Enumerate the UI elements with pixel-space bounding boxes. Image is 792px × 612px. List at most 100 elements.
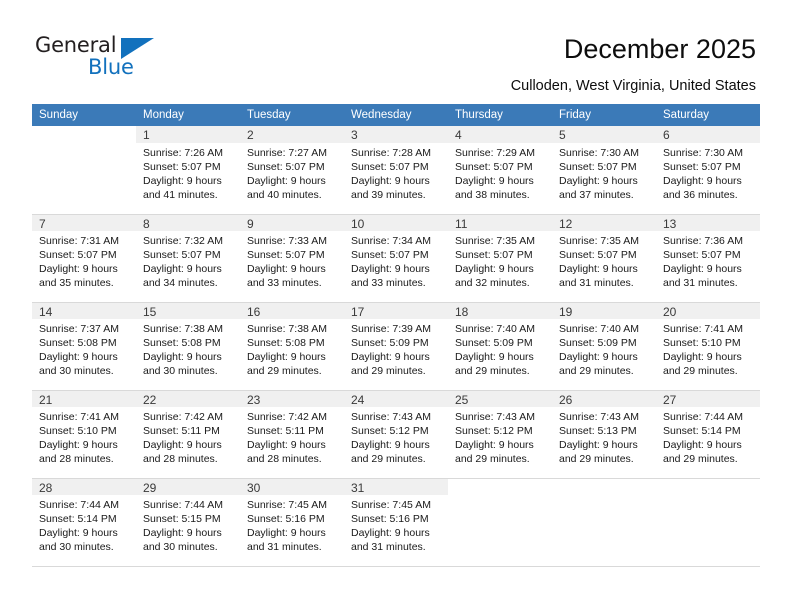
day-detail-cell[interactable]: Sunrise: 7:44 AM Sunset: 5:14 PM Daylight:… (32, 495, 136, 567)
day-detail-cell[interactable]: Sunrise: 7:43 AM Sunset: 5:12 PM Daylight:… (448, 407, 552, 479)
day-number-cell[interactable]: 29 (136, 477, 240, 495)
day-sun-info: Sunrise: 7:29 AM Sunset: 5:07 PM Daylight:… (448, 143, 552, 202)
daylight-text-line2: and 29 minutes. (247, 365, 322, 378)
day-detail-cell[interactable]: Sunrise: 7:40 AM Sunset: 5:09 PM Daylight:… (448, 319, 552, 391)
day-number-cell[interactable]: 3 (344, 126, 448, 143)
day-number-cell[interactable]: 27 (656, 389, 760, 407)
day-detail-cell[interactable]: Sunrise: 7:41 AM Sunset: 5:10 PM Daylight:… (32, 407, 136, 479)
day-number-cell[interactable]: 5 (552, 126, 656, 143)
sunrise-text: Sunrise: 7:44 AM (663, 411, 743, 423)
day-detail-cell[interactable]: Sunrise: 7:28 AM Sunset: 5:07 PM Daylight:… (344, 143, 448, 215)
day-detail-cell[interactable]: Sunrise: 7:45 AM Sunset: 5:16 PM Daylight:… (344, 495, 448, 567)
sunset-text: Sunset: 5:07 PM (559, 249, 637, 262)
day-detail-cell[interactable]: Sunrise: 7:30 AM Sunset: 5:07 PM Daylight:… (656, 143, 760, 215)
day-number: 13 (663, 216, 677, 231)
day-number-cell[interactable]: 15 (136, 301, 240, 319)
day-number-cell[interactable]: 26 (552, 389, 656, 407)
day-detail-cell[interactable]: Sunrise: 7:38 AM Sunset: 5:08 PM Daylight:… (136, 319, 240, 391)
day-detail-cell[interactable]: Sunrise: 7:39 AM Sunset: 5:09 PM Daylight:… (344, 319, 448, 391)
sunrise-text: Sunrise: 7:41 AM (663, 323, 743, 335)
sunrise-text: Sunrise: 7:32 AM (143, 235, 223, 247)
day-detail-cell[interactable]: Sunrise: 7:44 AM Sunset: 5:14 PM Daylight:… (656, 407, 760, 479)
day-number-cell[interactable]: 11 (448, 213, 552, 231)
daylight-text-line1: Daylight: 9 hours (351, 351, 430, 364)
sunrise-text: Sunrise: 7:44 AM (39, 499, 119, 511)
day-detail-cell[interactable]: Sunrise: 7:42 AM Sunset: 5:11 PM Daylight:… (136, 407, 240, 479)
day-number-cell[interactable]: 30 (240, 477, 344, 495)
day-sun-info: Sunrise: 7:35 AM Sunset: 5:07 PM Daylight:… (552, 231, 656, 290)
day-number-cell[interactable]: 9 (240, 213, 344, 231)
day-number-cell[interactable]: 13 (656, 213, 760, 231)
day-detail-cell[interactable]: Sunrise: 7:42 AM Sunset: 5:11 PM Daylight:… (240, 407, 344, 479)
daylight-text-line2: and 31 minutes. (247, 541, 322, 554)
daylight-text-line1: Daylight: 9 hours (39, 439, 118, 452)
sunset-text: Sunset: 5:07 PM (351, 161, 429, 174)
day-detail-cell[interactable]: Sunrise: 7:43 AM Sunset: 5:12 PM Daylight:… (344, 407, 448, 479)
day-number-cell[interactable]: 21 (32, 389, 136, 407)
day-detail-cell[interactable]: Sunrise: 7:35 AM Sunset: 5:07 PM Daylight:… (448, 231, 552, 303)
daylight-text-line1: Daylight: 9 hours (455, 263, 534, 276)
day-number-cell[interactable]: 23 (240, 389, 344, 407)
day-number: 23 (247, 392, 261, 407)
day-detail-cell[interactable]: Sunrise: 7:35 AM Sunset: 5:07 PM Daylight:… (552, 231, 656, 303)
day-number-cell[interactable]: 20 (656, 301, 760, 319)
day-number-cell[interactable]: 14 (32, 301, 136, 319)
day-number: 1 (143, 128, 150, 142)
page-header: General Blue December 2025 Culloden, Wes… (0, 0, 792, 100)
day-number: 3 (351, 128, 358, 142)
day-detail-cell[interactable]: Sunrise: 7:36 AM Sunset: 5:07 PM Daylight:… (656, 231, 760, 303)
daylight-text-line2: and 29 minutes. (663, 365, 738, 378)
daylight-text-line1: Daylight: 9 hours (559, 439, 638, 452)
day-number-cell[interactable]: 12 (552, 213, 656, 231)
sunrise-text: Sunrise: 7:34 AM (351, 235, 431, 247)
day-detail-cell[interactable]: Sunrise: 7:32 AM Sunset: 5:07 PM Daylight:… (136, 231, 240, 303)
day-detail-cell[interactable]: Sunrise: 7:29 AM Sunset: 5:07 PM Daylight:… (448, 143, 552, 215)
day-detail-cell[interactable]: Sunrise: 7:37 AM Sunset: 5:08 PM Daylight:… (32, 319, 136, 391)
day-number-cell[interactable]: 24 (344, 389, 448, 407)
day-number-cell[interactable]: 1 (136, 126, 240, 143)
sunset-text: Sunset: 5:09 PM (351, 337, 429, 350)
day-detail-cell (552, 495, 656, 567)
general-blue-logo[interactable]: General Blue (35, 33, 165, 85)
day-detail-cell[interactable]: Sunrise: 7:38 AM Sunset: 5:08 PM Daylight:… (240, 319, 344, 391)
day-detail-cell[interactable]: Sunrise: 7:40 AM Sunset: 5:09 PM Daylight:… (552, 319, 656, 391)
day-number-cell[interactable]: 18 (448, 301, 552, 319)
day-number-cell[interactable]: 25 (448, 389, 552, 407)
weekday-header-tuesday: Tuesday (240, 104, 344, 126)
day-detail-cell[interactable]: Sunrise: 7:41 AM Sunset: 5:10 PM Daylight:… (656, 319, 760, 391)
day-number-cell[interactable]: 8 (136, 213, 240, 231)
day-number-cell[interactable]: 19 (552, 301, 656, 319)
day-detail-cell[interactable]: Sunrise: 7:43 AM Sunset: 5:13 PM Daylight:… (552, 407, 656, 479)
day-number-cell[interactable]: 2 (240, 126, 344, 143)
day-number-cell[interactable]: 7 (32, 213, 136, 231)
day-detail-cell[interactable]: Sunrise: 7:45 AM Sunset: 5:16 PM Daylight:… (240, 495, 344, 567)
day-detail-cell[interactable]: Sunrise: 7:30 AM Sunset: 5:07 PM Daylight:… (552, 143, 656, 215)
weekday-header-wednesday: Wednesday (344, 104, 448, 126)
day-number-cell[interactable]: 28 (32, 477, 136, 495)
day-number-cell[interactable]: 10 (344, 213, 448, 231)
daylight-text-line2: and 31 minutes. (663, 277, 738, 290)
daylight-text-line2: and 28 minutes. (39, 453, 114, 466)
day-sun-info: Sunrise: 7:42 AM Sunset: 5:11 PM Daylight:… (240, 407, 344, 466)
day-detail-cell[interactable]: Sunrise: 7:44 AM Sunset: 5:15 PM Daylight:… (136, 495, 240, 567)
day-detail-cell[interactable]: Sunrise: 7:31 AM Sunset: 5:07 PM Daylight:… (32, 231, 136, 303)
day-number-cell[interactable]: 22 (136, 389, 240, 407)
day-number: 16 (247, 304, 261, 319)
day-number-cell[interactable]: 16 (240, 301, 344, 319)
day-detail-cell[interactable]: Sunrise: 7:33 AM Sunset: 5:07 PM Daylight:… (240, 231, 344, 303)
day-detail-cell[interactable]: Sunrise: 7:27 AM Sunset: 5:07 PM Daylight:… (240, 143, 344, 215)
day-sun-info: Sunrise: 7:43 AM Sunset: 5:12 PM Daylight:… (448, 407, 552, 466)
day-number-cell[interactable]: 17 (344, 301, 448, 319)
day-number: 19 (559, 304, 573, 319)
day-detail-cell[interactable]: Sunrise: 7:26 AM Sunset: 5:07 PM Daylight:… (136, 143, 240, 215)
day-number-cell[interactable]: 4 (448, 126, 552, 143)
sunset-text: Sunset: 5:07 PM (39, 249, 117, 262)
sunset-text: Sunset: 5:09 PM (559, 337, 637, 350)
day-number-cell[interactable]: 31 (344, 477, 448, 495)
day-number-cell[interactable]: 6 (656, 126, 760, 143)
daylight-text-line1: Daylight: 9 hours (143, 175, 222, 188)
daylight-text-line2: and 28 minutes. (143, 453, 218, 466)
daylight-text-line2: and 33 minutes. (351, 277, 426, 290)
daylight-text-line2: and 30 minutes. (39, 541, 114, 554)
day-detail-cell[interactable]: Sunrise: 7:34 AM Sunset: 5:07 PM Daylight:… (344, 231, 448, 303)
